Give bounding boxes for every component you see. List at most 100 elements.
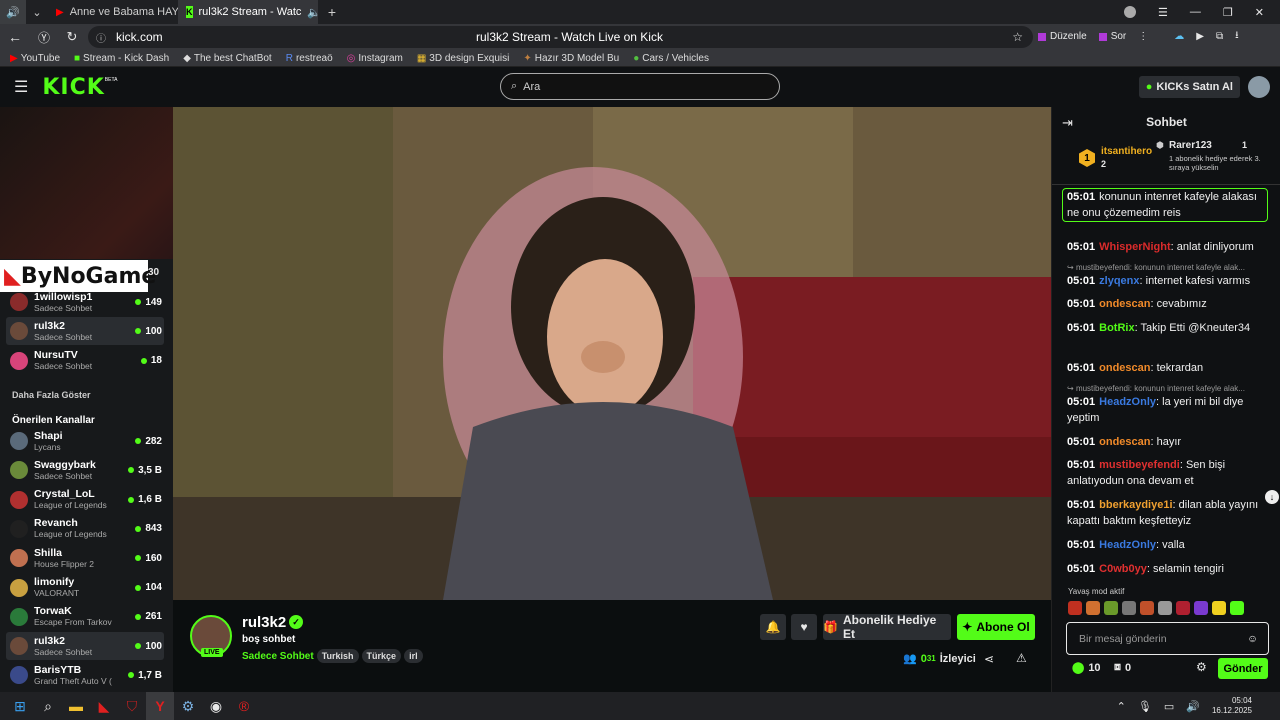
clock[interactable]: 05:04 16.12.2025 <box>1212 696 1252 716</box>
leader2-name[interactable]: Rarer123 <box>1169 140 1212 151</box>
followed-channel-row[interactable]: NursuTV Sadece Sohbet 18 <box>6 347 164 375</box>
channel-points[interactable]: ⬤ 10 <box>1072 661 1101 675</box>
followed-channel-row[interactable]: rul3k2 Sadece Sohbet 100 <box>6 317 164 346</box>
collapse-chat-icon[interactable]: ⇥ <box>1062 115 1073 131</box>
recommended-channel-row[interactable]: TorwaK Escape From Tarkov 261 <box>6 603 164 631</box>
recommended-channel-row[interactable]: limonify VALORANT 104 <box>6 574 164 602</box>
follow-button[interactable]: ♥ <box>791 614 817 640</box>
chat-input[interactable]: Bir mesaj gönderin ☺ <box>1066 622 1269 655</box>
back-icon[interactable]: ← <box>0 29 30 45</box>
yandex-icon[interactable]: Ⓨ <box>30 29 58 46</box>
message-username[interactable]: ondescan <box>1099 362 1150 374</box>
chat-message[interactable]: 05:01 HeadzOnly: valla <box>1067 537 1267 553</box>
reply-preview[interactable]: ↪ mustibeyefendi: konunun intenret kafey… <box>1067 263 1267 272</box>
bookmark-chatbot[interactable]: ◆ The best ChatBot <box>183 53 272 64</box>
emote-icon[interactable] <box>1104 601 1118 615</box>
message-username[interactable]: WhisperNight <box>1099 241 1171 253</box>
chat-message[interactable]: 05:01 C0wb0yy: selamin tengiri <box>1067 561 1267 577</box>
site-info-icon[interactable]: ⓘ <box>96 30 106 45</box>
share-icon[interactable]: ⋖ <box>984 652 994 666</box>
taskbar-search-icon[interactable]: ⌕ <box>34 692 62 720</box>
tag-irl[interactable]: irl <box>404 649 423 663</box>
buy-kicks-button[interactable]: ● KICKs Satın Al <box>1138 76 1240 98</box>
tray-chevron-icon[interactable]: ⌃ <box>1117 700 1126 713</box>
chat-message[interactable]: 05:01 BotRix: Takip Etti @Kneuter34 <box>1067 320 1267 336</box>
settings-gear-icon[interactable]: ⚙ <box>1196 660 1207 674</box>
close-window-icon[interactable]: ✕ <box>1255 6 1264 19</box>
video-player[interactable] <box>173 107 1051 600</box>
monitor-icon[interactable]: ▭ <box>1164 700 1174 713</box>
leader1-name[interactable]: itsantihero <box>1101 146 1152 157</box>
chat-message[interactable]: 05:01 WhisperNight: anlat dinliyorum <box>1067 239 1267 255</box>
bookmark-3d-design[interactable]: ▦ 3D design Exquisi <box>417 53 510 64</box>
hamburger-icon[interactable]: ☰ <box>14 77 28 97</box>
emote-icon[interactable] <box>1158 601 1172 615</box>
message-username[interactable]: C0wb0yy <box>1099 563 1147 575</box>
message-username[interactable]: HeadzOnly <box>1099 539 1156 551</box>
chat-message[interactable]: 05:01 ondescan: tekrardan <box>1067 360 1267 376</box>
emote-icon[interactable] <box>1212 601 1226 615</box>
media-icon[interactable]: ▶ <box>1196 31 1204 42</box>
recommended-channel-row[interactable]: rul3k2 Sadece Sohbet 100 <box>6 632 164 661</box>
message-username[interactable]: bberkaydiye1i <box>1099 499 1172 511</box>
tab-kick[interactable]: K rul3k2 Stream - Watc 🔈 ✕ <box>178 0 318 24</box>
windows-start-icon[interactable]: ⊞ <box>6 692 34 720</box>
recommended-channel-row[interactable]: Crystal_LoL League of Legends 1,6 B <box>6 486 164 514</box>
sound-icon[interactable]: 🔊 <box>0 0 26 24</box>
app-red-icon[interactable]: ® <box>230 692 258 720</box>
category-link[interactable]: Sadece Sohbet <box>242 651 314 662</box>
gift-sub-button[interactable]: 🎁 Abonelik Hediye Et <box>823 613 951 641</box>
reload-icon[interactable]: ↻ <box>58 29 86 45</box>
chat-message[interactable]: 05:01 ondescan: cevabımız <box>1067 296 1267 312</box>
bookmark-3d-model[interactable]: ✦ Hazır 3D Model Bu <box>523 53 619 64</box>
message-username[interactable]: ondescan <box>1099 298 1150 310</box>
recommended-channel-row[interactable]: Shapi Lycans 282 <box>6 427 164 455</box>
send-button[interactable]: Gönder <box>1218 658 1268 679</box>
emote-icon[interactable] <box>1122 601 1136 615</box>
tag-turkish[interactable]: Turkish <box>316 649 359 663</box>
channel-name[interactable]: rul3k2 <box>242 614 286 631</box>
bookmark-restream[interactable]: Rrestreaö <box>286 53 333 64</box>
menu-icon[interactable]: ☰ <box>1158 6 1168 19</box>
message-username[interactable]: BotRix <box>1099 322 1134 334</box>
minimize-icon[interactable]: — <box>1190 6 1201 18</box>
new-tab-button[interactable]: + <box>318 0 346 24</box>
emote-icon[interactable] <box>1230 601 1244 615</box>
steam-icon[interactable]: ⚙ <box>174 692 202 720</box>
extensions-icon[interactable]: ⧉ <box>1216 31 1223 42</box>
followed-channel-row[interactable]: 1willowisp1 Sadece Sohbet 149 <box>6 288 164 316</box>
search-input[interactable]: ⌕ Ara <box>500 73 780 100</box>
tab-audio-icon[interactable]: 🔈 <box>307 6 318 19</box>
emote-icon[interactable] <box>1176 601 1190 615</box>
user-avatar[interactable] <box>1248 76 1270 98</box>
bookmark-kick-dash[interactable]: ■ Stream - Kick Dash <box>74 53 169 64</box>
app-icon[interactable]: ◣ <box>90 692 118 720</box>
file-explorer-icon[interactable]: ▬ <box>62 692 90 720</box>
message-username[interactable]: mustibeyefendi <box>1099 459 1180 471</box>
message-username[interactable]: zlyqenx <box>1099 275 1139 287</box>
chat-message[interactable]: 05:01 ondescan: hayır <box>1067 434 1267 450</box>
emote-icon[interactable] <box>1140 601 1154 615</box>
profile-icon[interactable] <box>1124 6 1137 18</box>
ask-button[interactable]: Sor <box>1098 31 1126 42</box>
chat-message[interactable]: 05:01 HeadzOnly: la yeri mi bil diye yept… <box>1067 394 1267 426</box>
message-username[interactable]: ondescan <box>1099 436 1150 448</box>
recommended-channel-row[interactable]: Revanch League of Legends 843 <box>6 515 164 543</box>
yandex-browser-icon[interactable]: Y <box>146 692 174 720</box>
notification-button[interactable]: 🔔 <box>760 614 786 640</box>
report-icon[interactable]: ⚠ <box>1016 651 1027 665</box>
show-more-link[interactable]: Daha Fazla Göster <box>12 390 91 400</box>
cloud-icon[interactable]: ☁ <box>1174 31 1184 42</box>
edit-button[interactable]: Düzenle <box>1038 31 1087 42</box>
download-icon[interactable]: ⭳ <box>1235 28 1239 45</box>
emote-icon[interactable] <box>1068 601 1082 615</box>
discord-icon[interactable]: ◉ <box>202 692 230 720</box>
shield-app-icon[interactable]: ⛉ <box>118 692 146 720</box>
volume-icon[interactable]: 🔊 <box>1186 700 1200 713</box>
recommended-channel-row[interactable]: Shilla House Flipper 2 160 <box>6 544 164 572</box>
restore-icon[interactable]: ❐ <box>1223 6 1233 19</box>
chat-message[interactable]: 05:01 konunun intenret kafeyle alakası ne… <box>1062 188 1268 222</box>
url-field[interactable]: ⓘ kick.com rul3k2 Stream - Watch Live on… <box>88 26 1033 48</box>
tab-list-chevron-icon[interactable]: ⌄ <box>26 0 48 24</box>
emote-icon[interactable] <box>1194 601 1208 615</box>
